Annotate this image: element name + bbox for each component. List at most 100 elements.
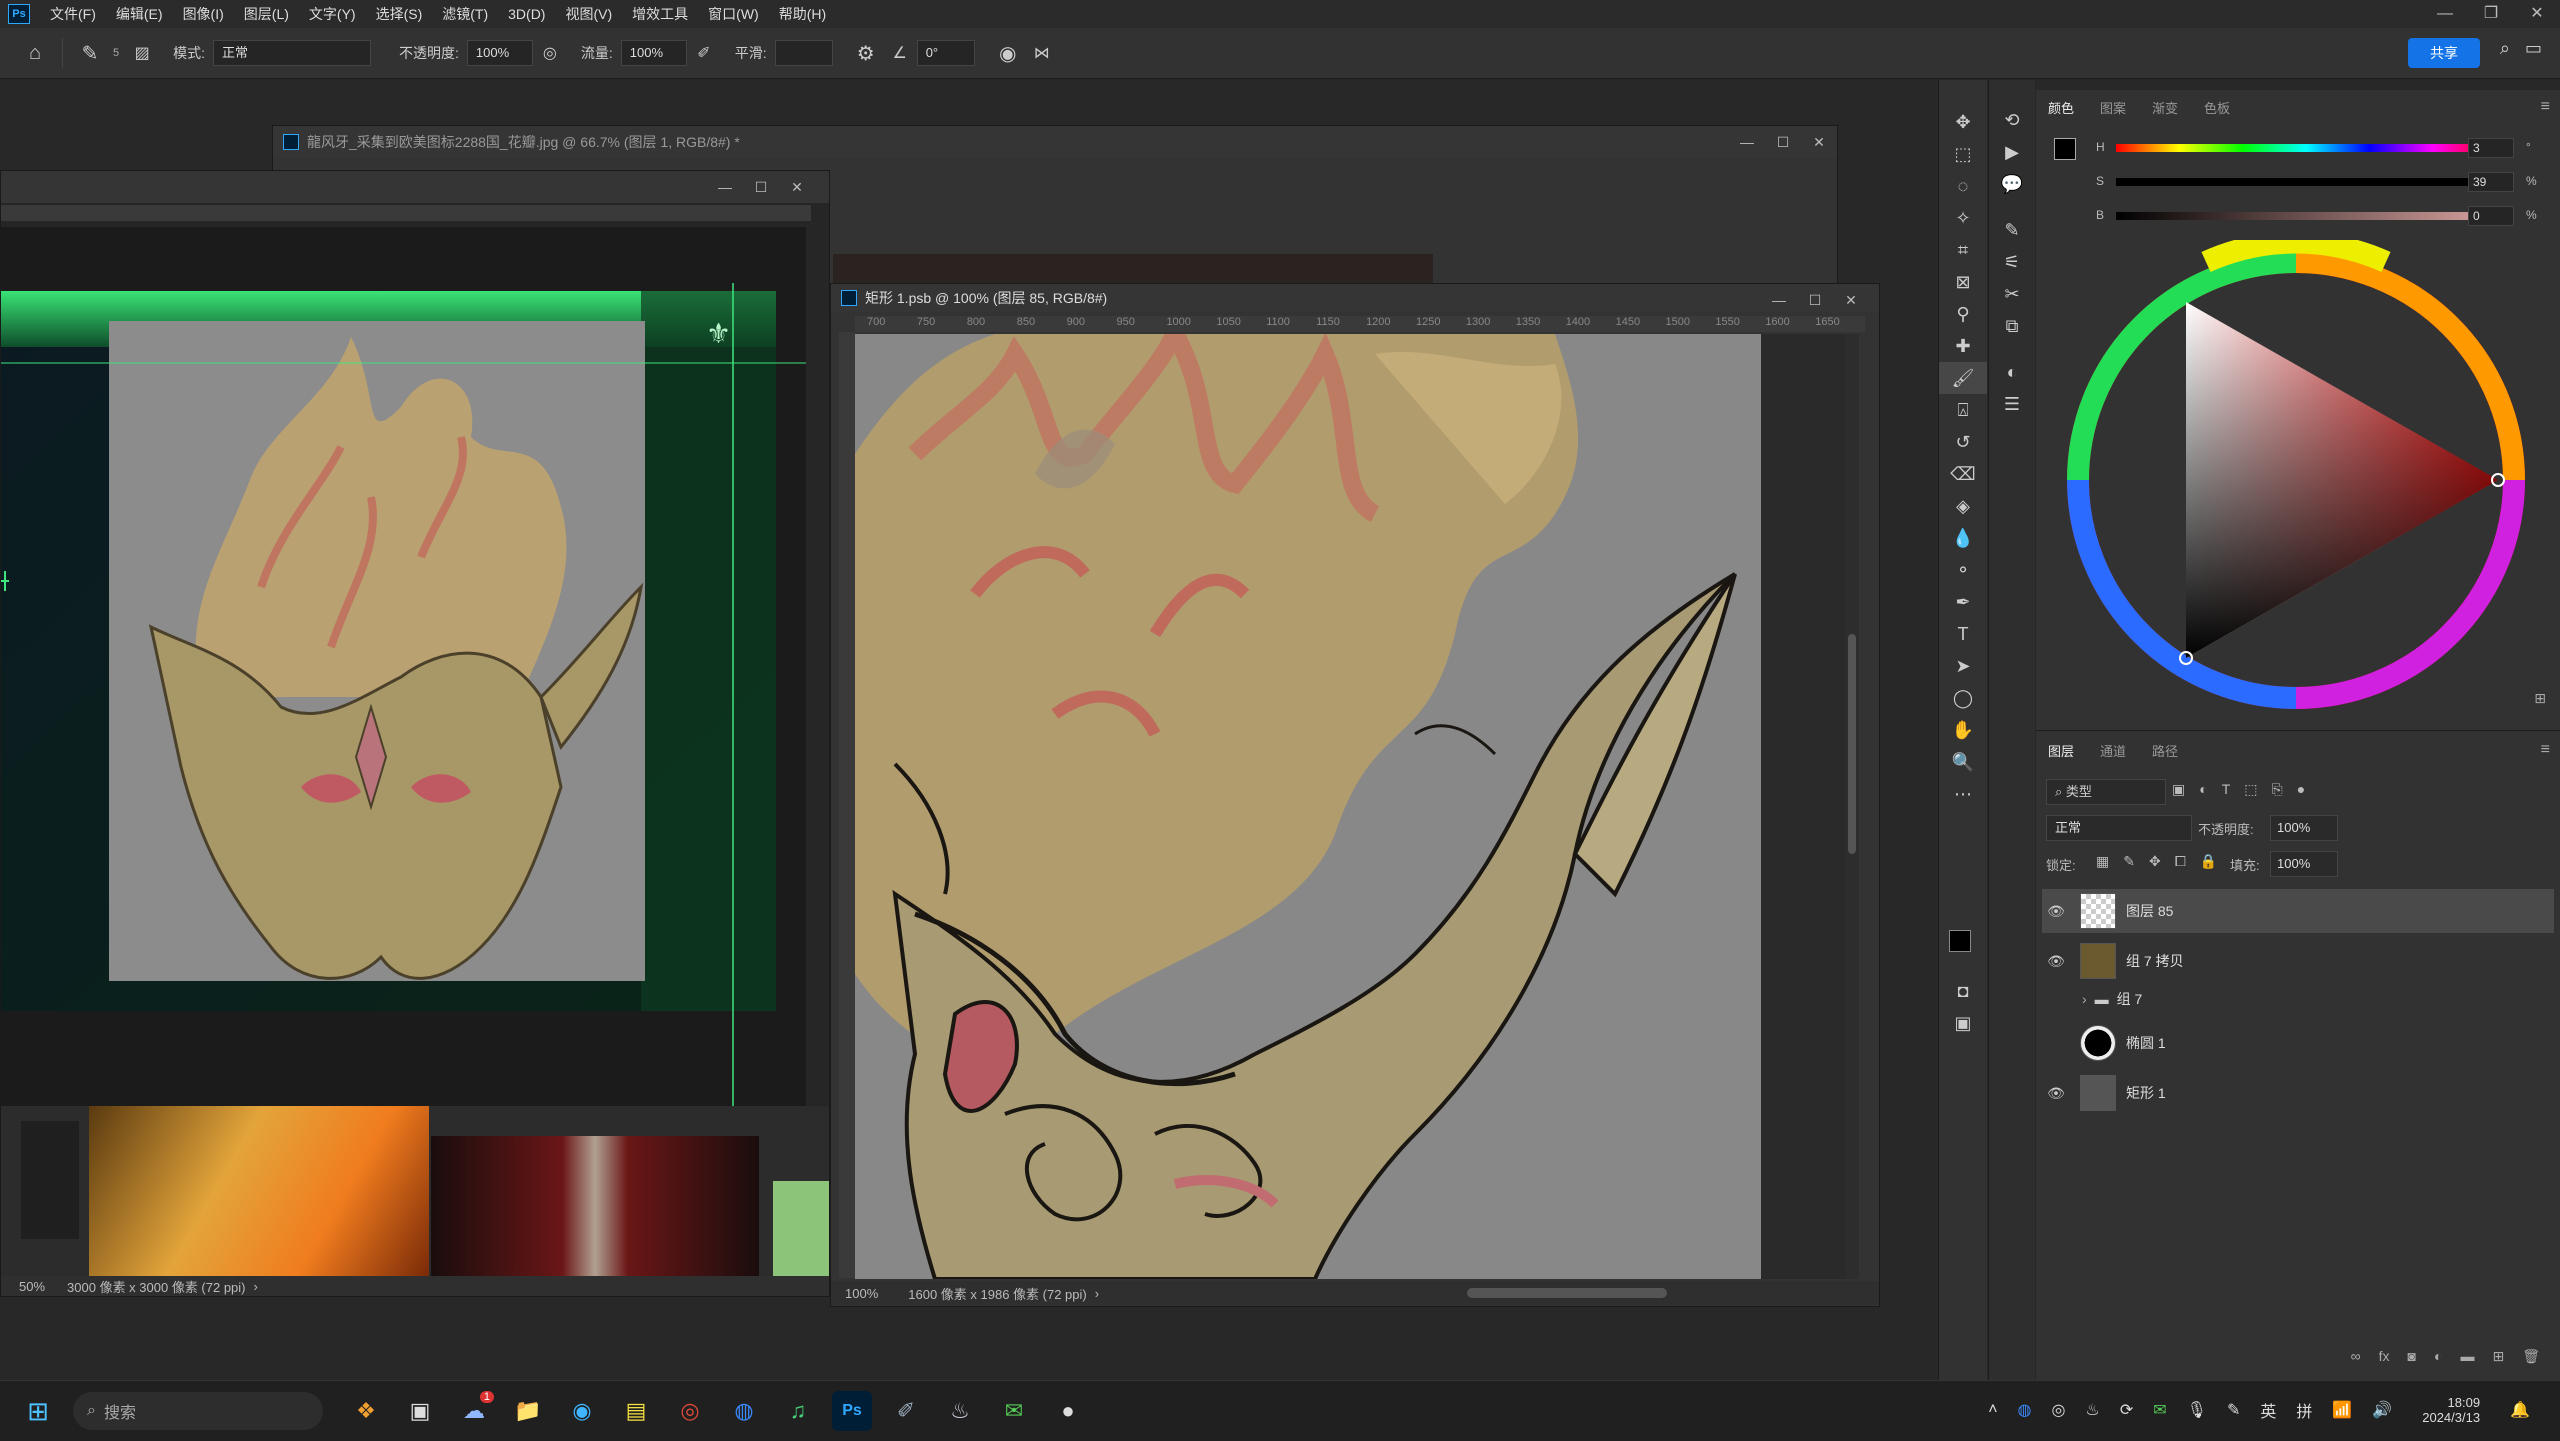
type-tool-icon[interactable]: T: [1939, 618, 1987, 650]
thumbnail-golden-lion[interactable]: [89, 1106, 429, 1276]
brush-settings-panel-icon[interactable]: ⚟: [1989, 246, 2035, 278]
menu-type[interactable]: 文字(Y): [299, 4, 366, 24]
layer-row[interactable]: 椭圆 1: [2042, 1021, 2554, 1065]
lock-artboard-icon[interactable]: ⧠: [2175, 853, 2186, 870]
maximize-icon[interactable]: ☐: [743, 171, 779, 203]
volume-icon[interactable]: 🔊: [2372, 1400, 2392, 1420]
chevron-right-icon[interactable]: ›: [254, 1279, 258, 1294]
minimize-icon[interactable]: —: [1729, 126, 1765, 158]
layer-name[interactable]: 椭圆 1: [2126, 1033, 2166, 1053]
ellipse-tool-icon[interactable]: ◯: [1939, 682, 1987, 714]
search-icon[interactable]: ⌕: [2500, 38, 2510, 59]
lock-image-icon[interactable]: ✎: [2123, 853, 2135, 870]
menu-filter[interactable]: 滤镜(T): [432, 4, 498, 24]
menu-view[interactable]: 视图(V): [555, 4, 622, 24]
sync-icon[interactable]: ⟳: [2120, 1400, 2133, 1420]
properties-panel-icon[interactable]: ☰: [1989, 388, 2035, 420]
magic-wand-tool-icon[interactable]: ✧: [1939, 202, 1987, 234]
type-filter-icon[interactable]: T: [2222, 781, 2231, 798]
notes-app-icon[interactable]: ▤: [616, 1391, 656, 1431]
taskbar-search[interactable]: ⌕ 搜索: [73, 1392, 323, 1430]
tab-channels[interactable]: 通道: [2100, 741, 2126, 760]
close-icon[interactable]: ✕: [2514, 0, 2560, 28]
saturation-slider[interactable]: [2116, 178, 2496, 186]
eye-icon[interactable]: 👁: [2042, 1085, 2070, 1102]
expand-icon[interactable]: ⊞: [2534, 690, 2546, 707]
thumbnail-red-helmet[interactable]: [431, 1136, 759, 1276]
zoom-level[interactable]: 100%: [845, 1286, 878, 1301]
task-view-icon[interactable]: ▣: [400, 1391, 440, 1431]
lock-all-icon[interactable]: 🔒: [2200, 853, 2217, 870]
tray-steam-icon[interactable]: ♨: [2085, 1400, 2099, 1420]
brightness-slider[interactable]: [2116, 212, 2496, 220]
vertical-scrollbar[interactable]: [1845, 334, 1859, 1279]
tab-layers[interactable]: 图层: [2048, 741, 2074, 760]
brush-size-value[interactable]: 5: [113, 47, 119, 59]
menu-help[interactable]: 帮助(H): [769, 4, 836, 24]
history-panel-icon[interactable]: ⟲: [1989, 104, 2035, 136]
add-mask-icon[interactable]: ◙: [2408, 1348, 2416, 1365]
hue-value[interactable]: 3: [2468, 138, 2514, 158]
smart-object-filter-icon[interactable]: ⎘: [2272, 781, 2283, 798]
saturation-value[interactable]: 39: [2468, 172, 2514, 192]
eraser-tool-icon[interactable]: ⌫: [1939, 458, 1987, 490]
menu-3d[interactable]: 3D(D): [498, 6, 555, 22]
layer-name[interactable]: 图层 85: [2126, 901, 2173, 921]
close-icon[interactable]: ✕: [1833, 284, 1869, 312]
lock-position-icon[interactable]: ✥: [2149, 853, 2161, 870]
flow-input[interactable]: 100%: [620, 40, 687, 66]
document-window-left[interactable]: — ☐ ✕ ⚜ 50% 3000 像素 x 3000 像素 (72 ppi) ›: [0, 170, 830, 1297]
thumbnail-dark[interactable]: [21, 1121, 79, 1239]
eye-icon[interactable]: 👁: [2042, 953, 2070, 970]
brushes-panel-icon[interactable]: ✎: [1989, 214, 2035, 246]
tab-gradients[interactable]: 渐变: [2152, 98, 2178, 117]
symmetry-icon[interactable]: ⋈: [1025, 36, 1059, 70]
wechat-icon[interactable]: ✉: [994, 1391, 1034, 1431]
gear-icon[interactable]: ⚙: [849, 36, 883, 70]
dodge-tool-icon[interactable]: ⚬: [1939, 554, 1987, 586]
move-tool-icon[interactable]: ✥: [1939, 106, 1987, 138]
shape-filter-icon[interactable]: ⬚: [2244, 781, 2257, 798]
ime-mode[interactable]: 拼: [2296, 1398, 2312, 1422]
app-tray-icon[interactable]: ◍: [2018, 1400, 2032, 1420]
layer-style-icon[interactable]: fx: [2379, 1348, 2390, 1365]
tab-swatches[interactable]: 色板: [2204, 98, 2230, 117]
layer-row[interactable]: 👁 组 7 拷贝: [2042, 939, 2554, 983]
left-canvas-area[interactable]: ⚜: [1, 227, 806, 1251]
restore-icon[interactable]: ❐: [2468, 0, 2514, 28]
foreground-color-swatch[interactable]: [1949, 930, 1971, 952]
more-tools-icon[interactable]: ⋯: [1939, 778, 1987, 810]
crop-tool-icon[interactable]: ⌗: [1939, 234, 1987, 266]
tray-wechat-icon[interactable]: ✉: [2153, 1400, 2166, 1420]
windows-start-icon[interactable]: ⊞: [18, 1391, 58, 1431]
brush-tool-preset-icon[interactable]: ✎: [73, 36, 107, 70]
panel-menu-icon[interactable]: ≡: [2541, 741, 2550, 759]
layer-name[interactable]: 组 7 拷贝: [2126, 951, 2184, 971]
airbrush-icon[interactable]: ✐: [687, 36, 721, 70]
quick-mask-icon[interactable]: ◘: [1939, 975, 1987, 1007]
screen-mode-icon[interactable]: ▣: [1939, 1007, 1987, 1039]
marquee-tool-icon[interactable]: ⬚: [1939, 138, 1987, 170]
layer-opacity-input[interactable]: 100%: [2270, 815, 2338, 841]
share-button[interactable]: 共享: [2408, 38, 2480, 68]
maximize-icon[interactable]: ☐: [1765, 126, 1801, 158]
angle-input[interactable]: 0°: [916, 40, 975, 66]
ime-language[interactable]: 英: [2260, 1398, 2276, 1422]
path-selection-tool-icon[interactable]: ➤: [1939, 650, 1987, 682]
microphone-icon[interactable]: 🎙: [2187, 1400, 2207, 1420]
tray-app-icon[interactable]: ◎: [2052, 1400, 2066, 1420]
smoothing-input[interactable]: [774, 40, 833, 66]
filter-toggle-icon[interactable]: ●: [2297, 781, 2305, 798]
steam-icon[interactable]: ♨: [940, 1391, 980, 1431]
opacity-input[interactable]: 100%: [466, 40, 533, 66]
clock[interactable]: 18:09 2024/3/13: [2412, 1395, 2490, 1425]
color-wheel[interactable]: [2056, 240, 2536, 720]
brightness-value[interactable]: 0: [2468, 206, 2514, 226]
horizontal-scroll-thumb[interactable]: [1467, 1288, 1667, 1298]
new-group-icon[interactable]: ▬: [2460, 1348, 2474, 1365]
file-explorer-icon[interactable]: 📁: [508, 1391, 548, 1431]
trash-icon[interactable]: 🗑: [2522, 1348, 2540, 1365]
blur-tool-icon[interactable]: 💧: [1939, 522, 1987, 554]
brush-tool-icon[interactable]: 🖌: [1939, 362, 1987, 394]
zoom-level[interactable]: 50%: [19, 1279, 45, 1294]
